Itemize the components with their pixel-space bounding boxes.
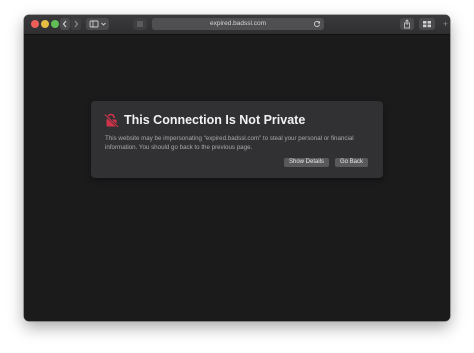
reader-icon (137, 21, 143, 27)
reader-button[interactable] (133, 18, 147, 30)
minimize-window-button[interactable] (41, 20, 49, 28)
warning-message: This website may be impersonating “expir… (105, 135, 354, 151)
back-button[interactable] (60, 18, 70, 30)
reload-icon[interactable] (313, 20, 321, 28)
chevron-right-icon (74, 20, 79, 28)
share-button[interactable] (400, 18, 414, 30)
address-bar[interactable]: expired.badssl.com (152, 18, 324, 30)
address-text: expired.badssl.com (210, 20, 266, 27)
fullscreen-window-button[interactable] (51, 20, 59, 28)
toolbar: expired.badssl.com + (24, 15, 450, 35)
new-tab-button[interactable]: + (443, 20, 448, 29)
privacy-warning-dialog: This Connection Is Not Private This webs… (91, 101, 383, 178)
chevron-left-icon (62, 20, 67, 28)
close-window-button[interactable] (31, 20, 39, 28)
browser-window: expired.badssl.com + This Connection Is … (24, 15, 450, 321)
go-back-button[interactable]: Go Back (335, 158, 368, 167)
tab-overview-button[interactable] (419, 18, 435, 30)
tabs-grid-icon (423, 21, 431, 28)
warning-title: This Connection Is Not Private (124, 113, 306, 127)
sidebar-button[interactable] (86, 18, 109, 30)
show-details-button[interactable]: Show Details (284, 158, 329, 167)
sidebar-icon (89, 20, 106, 28)
forward-button[interactable] (71, 18, 81, 30)
share-icon (404, 19, 410, 29)
broken-lock-icon (104, 113, 119, 128)
